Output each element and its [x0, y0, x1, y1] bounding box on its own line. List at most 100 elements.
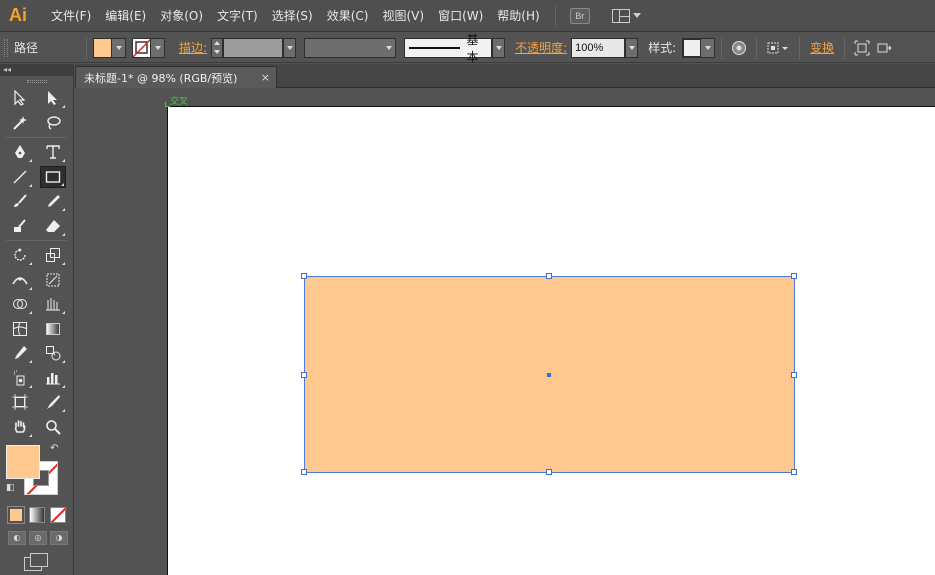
- stroke-none-swatch: [133, 38, 152, 57]
- opacity-field[interactable]: 100%: [571, 37, 626, 58]
- opacity-dropdown[interactable]: [625, 37, 639, 58]
- menu-effect[interactable]: 效果(C): [320, 0, 376, 32]
- stroke-color-button[interactable]: [132, 37, 166, 58]
- recolor-artwork-icon[interactable]: [728, 37, 750, 59]
- menu-file[interactable]: 文件(F): [44, 0, 98, 32]
- mesh-tool-icon[interactable]: [7, 318, 33, 340]
- toolbox-divider: [6, 137, 67, 138]
- close-icon[interactable]: ×: [261, 71, 270, 84]
- transform-link[interactable]: 变换: [806, 39, 838, 56]
- isolate-object-icon[interactable]: [851, 37, 873, 59]
- shape-builder-tool-icon[interactable]: [7, 293, 33, 315]
- bridge-button[interactable]: Br: [569, 7, 590, 24]
- pencil-tool-icon[interactable]: [40, 190, 66, 212]
- canvas-area[interactable]: 交叉: [75, 89, 935, 575]
- stroke-line-icon: [409, 46, 461, 49]
- eyedropper-tool-icon[interactable]: [7, 342, 33, 364]
- rotate-tool-icon[interactable]: [7, 244, 33, 266]
- variable-width-profile[interactable]: [304, 37, 397, 58]
- style-swatch: [683, 38, 702, 57]
- menu-help[interactable]: 帮助(H): [490, 0, 546, 32]
- color-mode-button[interactable]: [7, 506, 25, 524]
- menu-items: 文件(F) 编辑(E) 对象(O) 文字(T) 选择(S) 效果(C) 视图(V…: [44, 0, 547, 32]
- chevron-down-icon: [151, 38, 165, 57]
- magic-wand-tool-icon[interactable]: [7, 112, 33, 134]
- scale-tool-icon[interactable]: [40, 244, 66, 266]
- handle-top-right[interactable]: [791, 273, 797, 279]
- handle-bottom-right[interactable]: [791, 469, 797, 475]
- tools-panel-collapse[interactable]: ◂◂: [0, 64, 73, 76]
- blend-tool-icon[interactable]: [40, 342, 66, 364]
- gradient-tool-icon[interactable]: [40, 318, 66, 340]
- line-segment-tool-icon[interactable]: [7, 166, 33, 188]
- pen-tool-icon[interactable]: [7, 141, 33, 163]
- stroke-weight-spinner[interactable]: [211, 37, 224, 58]
- brush-definition[interactable]: 基本: [404, 33, 493, 64]
- type-tool-icon[interactable]: [40, 141, 66, 163]
- handle-bottom-center[interactable]: [546, 469, 552, 475]
- menu-view[interactable]: 视图(V): [375, 0, 431, 32]
- gradient-mode-button[interactable]: [29, 507, 45, 523]
- menu-object[interactable]: 对象(O): [153, 0, 210, 32]
- column-graph-tool-icon[interactable]: [40, 367, 66, 389]
- document-tab[interactable]: 未标题-1* @ 98% (RGB/预览) ×: [75, 66, 277, 88]
- menu-select[interactable]: 选择(S): [265, 0, 320, 32]
- graphic-style-button[interactable]: [682, 37, 716, 58]
- handle-top-center[interactable]: [546, 273, 552, 279]
- none-mode-button[interactable]: [50, 507, 66, 523]
- brush-definition-dropdown[interactable]: [492, 37, 506, 58]
- swap-fill-stroke-icon[interactable]: ↶: [50, 443, 58, 454]
- paintbrush-tool-icon[interactable]: [7, 190, 33, 212]
- free-transform-tool-icon[interactable]: [40, 269, 66, 291]
- default-fill-stroke-icon[interactable]: ◧: [6, 483, 15, 493]
- fill-color-button[interactable]: [93, 37, 127, 58]
- chevron-down-icon: [382, 38, 396, 57]
- selection-type-label: 路径: [14, 41, 39, 55]
- stroke-link[interactable]: 描边:: [175, 39, 211, 56]
- workspace-switcher[interactable]: [611, 8, 641, 23]
- chevron-down-icon: [701, 38, 715, 57]
- lasso-tool-icon[interactable]: [40, 112, 66, 134]
- symbol-sprayer-tool-icon[interactable]: [7, 367, 33, 389]
- menu-edit[interactable]: 编辑(E): [98, 0, 153, 32]
- center-point[interactable]: [547, 373, 551, 377]
- stroke-weight-field[interactable]: [223, 37, 284, 58]
- zoom-tool-icon[interactable]: [40, 416, 66, 438]
- handle-top-left[interactable]: [301, 273, 307, 279]
- blob-brush-tool-icon[interactable]: [7, 215, 33, 237]
- width-tool-icon[interactable]: [7, 269, 33, 291]
- panel-menu-icon[interactable]: [873, 37, 895, 59]
- stroke-weight-dropdown[interactable]: [283, 37, 297, 58]
- handle-middle-left[interactable]: [301, 372, 307, 378]
- draw-inside-button[interactable]: ◑: [50, 531, 68, 545]
- perspective-grid-tool-icon[interactable]: [40, 293, 66, 315]
- style-label: 样式:: [648, 41, 677, 55]
- fill-stroke-controls: ↶ ◧: [0, 441, 73, 503]
- opacity-link[interactable]: 不透明度:: [511, 39, 571, 56]
- hand-tool-icon[interactable]: [7, 416, 33, 438]
- fill-color-swatch[interactable]: [6, 445, 40, 479]
- draw-behind-button[interactable]: ◎: [29, 531, 47, 545]
- handle-middle-right[interactable]: [791, 372, 797, 378]
- eraser-tool-icon[interactable]: [40, 215, 66, 237]
- menu-separator: [554, 4, 556, 27]
- direct-selection-tool-icon[interactable]: [40, 87, 66, 109]
- menu-bar: Ai 文件(F) 编辑(E) 对象(O) 文字(T) 选择(S) 效果(C) 视…: [0, 0, 935, 32]
- control-separator: [721, 36, 723, 59]
- none-slash-icon: [133, 38, 151, 57]
- slice-tool-icon[interactable]: [40, 391, 66, 413]
- workspace-icon: [611, 8, 630, 23]
- artboard-tool-icon[interactable]: [7, 391, 33, 413]
- control-separator: [756, 36, 758, 59]
- menu-window[interactable]: 窗口(W): [431, 0, 490, 32]
- menu-type[interactable]: 文字(T): [210, 0, 265, 32]
- handle-bottom-left[interactable]: [301, 469, 307, 475]
- draw-normal-button[interactable]: ◐: [8, 531, 26, 545]
- screen-mode-icon[interactable]: [24, 553, 48, 571]
- tools-panel-grip[interactable]: [0, 76, 73, 86]
- draw-mode-row: ◐ ◎ ◑: [0, 531, 73, 545]
- align-to-icon[interactable]: [763, 37, 793, 59]
- rectangle-tool-icon[interactable]: [39, 165, 66, 188]
- selection-tool-icon[interactable]: [7, 87, 33, 109]
- color-mode-row: [0, 506, 73, 524]
